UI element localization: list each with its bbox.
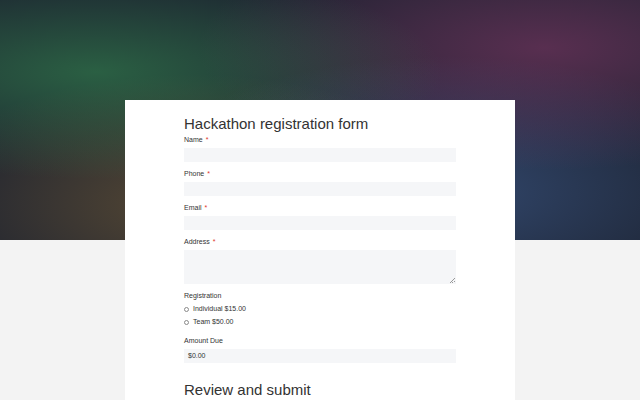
field-label: Email* — [184, 203, 456, 213]
field-label: Address* — [184, 237, 456, 247]
radio-option[interactable]: Team $50.00 — [184, 317, 456, 327]
registration-group: Registration Individual $15.00 Team $50.00 — [184, 291, 456, 327]
radio-button[interactable] — [184, 320, 189, 325]
resize-grip-icon[interactable] — [450, 278, 455, 283]
text-input[interactable] — [184, 216, 456, 230]
radio-label[interactable]: Team $50.00 — [193, 317, 233, 327]
textarea-input[interactable] — [184, 250, 456, 284]
required-mark: * — [213, 238, 216, 245]
form-field: Name* — [184, 135, 456, 162]
field-label: Registration — [184, 291, 456, 301]
page: Hackathon registration form Name* Phone* Em… — [0, 0, 640, 400]
form-field: Email* — [184, 203, 456, 230]
radio-button[interactable] — [184, 307, 189, 312]
section-title: Review and submit — [184, 381, 456, 399]
field-label: Name* — [184, 135, 456, 145]
field-label: Amount Due — [184, 336, 456, 346]
field-label: Phone* — [184, 169, 456, 179]
form-field: Address* — [184, 237, 456, 284]
radio-option[interactable]: Individual $15.00 — [184, 304, 456, 314]
radio-label[interactable]: Individual $15.00 — [193, 304, 246, 314]
text-input[interactable] — [184, 182, 456, 196]
required-mark: * — [205, 204, 208, 211]
form-card: Hackathon registration form Name* Phone* Em… — [125, 100, 515, 400]
amount-due-group: Amount Due $0.00 — [184, 336, 456, 363]
form-field: Phone* — [184, 169, 456, 196]
text-input[interactable] — [184, 148, 456, 162]
form-title: Hackathon registration form — [184, 115, 456, 133]
amount-due-field: $0.00 — [184, 349, 456, 363]
required-mark: * — [207, 170, 210, 177]
required-mark: * — [206, 136, 209, 143]
